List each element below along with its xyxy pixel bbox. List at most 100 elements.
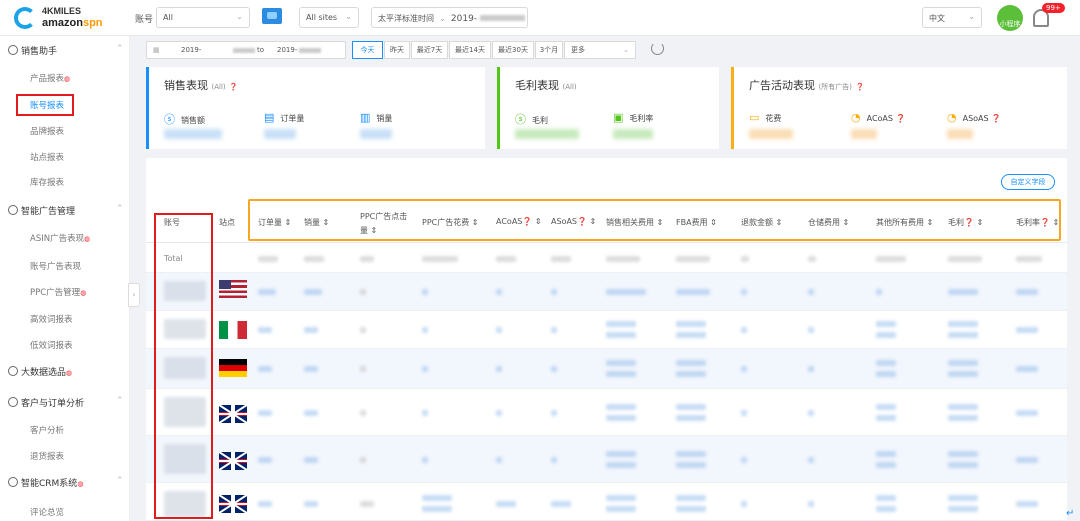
- map-icon: [262, 8, 282, 24]
- metric-spend: ▭ 花费: [749, 111, 782, 124]
- card-ads: 广告活动表现 (所有广告) ❓ ▭ 花费 ◔ ACoAS ❓ ◔ ASoAS ❓: [731, 67, 1067, 149]
- metric-sales-amount: ⓢ 销售额: [164, 113, 205, 126]
- refresh-icon[interactable]: [651, 42, 664, 55]
- ads-icon: [8, 205, 18, 215]
- chevron-up-icon: ⌃: [116, 396, 124, 406]
- table-row-total: Total: [146, 244, 1067, 273]
- chevron-down-icon: ⌄: [236, 12, 243, 21]
- profit-icon: ⓢ: [515, 113, 526, 126]
- chevron-up-icon: ⌃: [116, 476, 124, 486]
- card-profit: 毛利表现 (All) ⓢ 毛利 ▣ 毛利率: [497, 67, 719, 149]
- enter-icon: ↵: [1066, 508, 1075, 519]
- sidebar-item-returns[interactable]: 退货报表: [30, 450, 64, 462]
- flag-uk-icon: [219, 452, 247, 470]
- sidebar-item-ppc[interactable]: PPC广告管理◍: [30, 286, 86, 298]
- bigdata-icon: [8, 366, 18, 376]
- language-select[interactable]: 中文 ⌄: [922, 7, 982, 28]
- metric-asoas: ◔ ASoAS ❓: [947, 111, 1002, 124]
- sidebar-item-product-report[interactable]: 产品报表◍: [30, 72, 70, 84]
- preset-7days[interactable]: 最近7天: [411, 41, 448, 59]
- logo-amazon: amazonspn: [42, 17, 103, 29]
- calendar-icon: ▦: [153, 46, 160, 54]
- pie-icon: ◔: [851, 111, 861, 124]
- logo-text: 4KMILES: [42, 6, 82, 16]
- table-row: [146, 311, 1067, 349]
- sales-icon: [8, 45, 18, 55]
- preset-14days[interactable]: 最近14天: [449, 41, 491, 59]
- crm-icon: [8, 477, 18, 487]
- date-range-bar: ▦ 2019- to 2019- 今天 昨天 最近7天 最近14天 最近30天 …: [146, 40, 666, 60]
- table-row: [146, 273, 1067, 311]
- timezone-date-select[interactable]: 太平洋标准时间 ⌄ 2019-: [371, 7, 528, 28]
- preset-yesterday[interactable]: 昨天: [384, 41, 410, 59]
- highlight-account-report: [16, 94, 74, 116]
- top-bar: 4KMILES amazonspn 账号 All ⌄ All sites ⌄ 太平洋…: [0, 0, 1080, 36]
- metric-margin: ▣ 毛利率: [613, 111, 654, 124]
- collapse-sidebar-button[interactable]: ‹: [128, 283, 140, 307]
- preset-3months[interactable]: 3个月: [535, 41, 563, 59]
- hot-icon: ◍: [64, 75, 71, 83]
- chevron-up-icon: ⌃: [116, 204, 124, 214]
- sidebar-item-review-overview[interactable]: 评论总览: [30, 506, 64, 518]
- sidebar-item-account-ads[interactable]: 账号广告表现: [30, 260, 81, 272]
- customer-icon: [8, 397, 18, 407]
- metric-profit: ⓢ 毛利: [515, 113, 548, 126]
- hot-icon: ◍: [80, 289, 87, 297]
- flag-de-icon: [219, 359, 247, 377]
- sidebar-item-efficient-words[interactable]: 高效词报表: [30, 313, 73, 325]
- flag-uk-icon: [219, 405, 247, 423]
- pie-icon: ◔: [947, 111, 957, 124]
- sidebar-group-crm[interactable]: 智能CRM系统◍ ⌃: [8, 476, 124, 489]
- card-sales: 销售表现 (All) ❓ ⓢ 销售额 ▤ 订单量 ▥ 销量: [146, 67, 485, 149]
- account-select[interactable]: All ⌄: [156, 7, 250, 28]
- table-row: [146, 389, 1067, 436]
- hot-icon: ◍: [66, 369, 73, 377]
- metric-units: ▥ 销量: [360, 111, 393, 124]
- card-sales-title: 销售表现 (All) ❓: [164, 79, 238, 92]
- metric-acoas: ◔ ACoAS ❓: [851, 111, 906, 124]
- table-row: [146, 483, 1067, 521]
- metric-orders: ▤ 订单量: [264, 111, 305, 124]
- chevron-down-icon: ⌄: [968, 12, 975, 21]
- sidebar-item-brand-report[interactable]: 品牌报表: [30, 125, 64, 137]
- notification-badge: 99+: [1042, 3, 1065, 13]
- highlight-account-column: [154, 213, 213, 519]
- order-icon: ▤: [264, 111, 275, 124]
- flag-us-icon: [219, 280, 247, 298]
- chevron-up-icon: ⌃: [116, 44, 124, 54]
- highlight-metric-columns: [248, 199, 1061, 241]
- hot-icon: ◍: [77, 480, 84, 488]
- card-profit-title: 毛利表现 (All): [515, 79, 577, 92]
- sidebar-item-inventory-report[interactable]: 库存报表: [30, 176, 64, 188]
- flag-uk-icon: [219, 495, 247, 513]
- flag-it-icon: [219, 321, 247, 339]
- preset-30days[interactable]: 最近30天: [492, 41, 534, 59]
- account-label: 账号: [135, 15, 154, 25]
- margin-icon: ▣: [613, 111, 624, 124]
- sidebar-item-site-report[interactable]: 站点报表: [30, 151, 64, 163]
- sidebar-group-sales[interactable]: 销售助手 ⌃: [8, 44, 124, 57]
- wallet-icon: ▭: [749, 111, 760, 124]
- sidebar-group-ads[interactable]: 智能广告管理 ⌃: [8, 204, 124, 217]
- sidebar-item-asin-ads[interactable]: ASIN广告表现◍: [30, 232, 90, 244]
- sidebar-item-inefficient-words[interactable]: 低效词报表: [30, 339, 73, 351]
- units-icon: ▥: [360, 111, 371, 124]
- site-select[interactable]: All sites ⌄: [299, 7, 359, 28]
- app-logo[interactable]: 4KMILES amazonspn: [14, 4, 124, 32]
- chevron-down-icon: ⌄: [345, 12, 352, 21]
- custom-fields-button[interactable]: 自定义字段: [1001, 174, 1055, 190]
- preset-more[interactable]: 更多 ⌄: [564, 41, 636, 59]
- card-ads-title: 广告活动表现 (所有广告) ❓: [749, 79, 865, 92]
- sidebar-group-customers[interactable]: 客户与订单分析 ⌃: [8, 396, 124, 409]
- sidebar-group-bigdata[interactable]: 大数据选品◍: [8, 365, 72, 378]
- table-row: [146, 349, 1067, 389]
- sidebar-item-customer-analysis[interactable]: 客户分析: [30, 424, 64, 436]
- col-site[interactable]: 站点: [219, 217, 235, 228]
- dollar-icon: ⓢ: [164, 113, 175, 126]
- preset-today[interactable]: 今天: [352, 41, 383, 59]
- date-range-input[interactable]: ▦ 2019- to 2019-: [146, 41, 346, 59]
- hot-icon: ◍: [84, 235, 91, 243]
- mini-program-button[interactable]: 小程序: [997, 5, 1023, 31]
- table-row: [146, 436, 1067, 483]
- logo-icon: [14, 7, 36, 29]
